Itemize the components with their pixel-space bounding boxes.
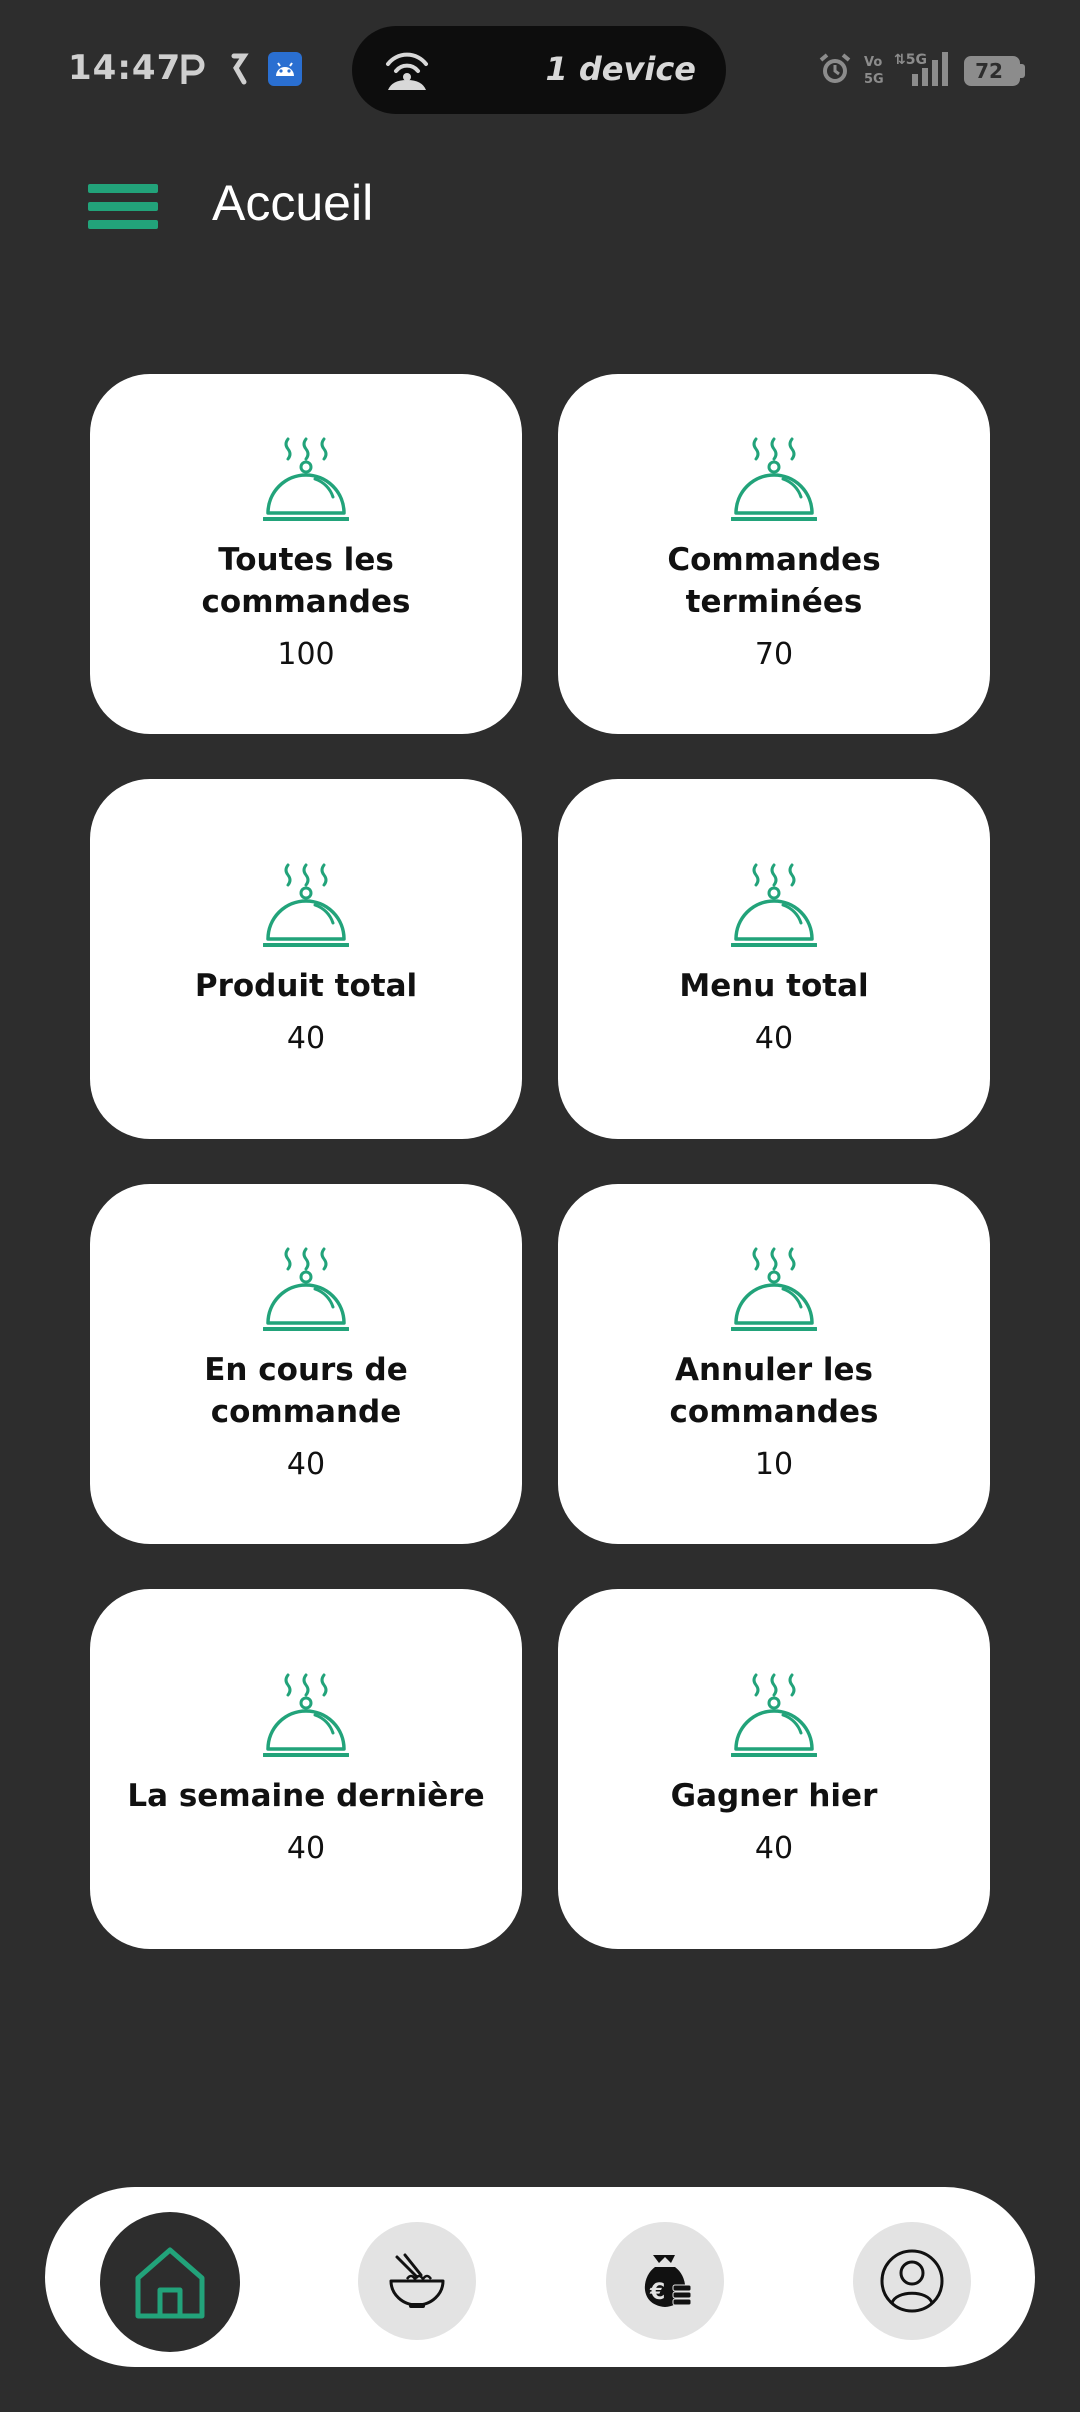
android-icon bbox=[268, 52, 302, 86]
food-cloche-icon bbox=[263, 863, 349, 947]
parking-app-icon bbox=[181, 54, 205, 84]
card-value: 40 bbox=[286, 1831, 326, 1866]
noodle-bowl-icon bbox=[389, 2253, 445, 2308]
home-icon bbox=[135, 2247, 205, 2319]
card-label: Toutes les commandes bbox=[201, 542, 411, 620]
card-value: 10 bbox=[754, 1447, 794, 1482]
card-last-week[interactable]: La semaine dernière 40 bbox=[90, 1589, 522, 1949]
connected-devices-text: 1 device bbox=[545, 50, 696, 88]
card-label: Produit total bbox=[194, 968, 418, 1004]
battery-level: 72 bbox=[975, 59, 1003, 83]
nav-earnings[interactable]: € bbox=[606, 2222, 724, 2340]
card-total-menu[interactable]: Menu total 40 bbox=[558, 779, 990, 1139]
battery-icon: 72 bbox=[964, 56, 1020, 86]
money-bag-euro-icon: € bbox=[644, 2255, 692, 2307]
food-cloche-icon bbox=[263, 437, 349, 521]
status-bar: 14:47 1 device Vo 5G ⇅5G 72 bbox=[0, 0, 1080, 140]
svg-text:Vo: Vo bbox=[864, 55, 882, 70]
nav-profile[interactable] bbox=[853, 2222, 971, 2340]
card-value: 40 bbox=[286, 1021, 326, 1056]
nav-food[interactable] bbox=[358, 2222, 476, 2340]
svg-text:5G: 5G bbox=[864, 72, 884, 86]
card-cancelled-orders[interactable]: Annuler les commandes 10 bbox=[558, 1184, 990, 1544]
card-value: 40 bbox=[754, 1831, 794, 1866]
card-label: Commandes terminées bbox=[667, 542, 881, 620]
card-label: Annuler les commandes bbox=[669, 1352, 879, 1430]
card-label: La semaine dernière bbox=[127, 1778, 485, 1814]
dynamic-island[interactable]: 1 device bbox=[352, 26, 726, 114]
food-cloche-icon bbox=[263, 1673, 349, 1757]
food-cloche-icon bbox=[731, 437, 817, 521]
card-label: En cours de commande bbox=[204, 1352, 408, 1430]
card-label: Gagner hier bbox=[670, 1778, 878, 1814]
battery-tip bbox=[1020, 64, 1025, 78]
food-cloche-icon bbox=[731, 863, 817, 947]
app-notification-icon bbox=[231, 53, 249, 85]
card-earned-yesterday[interactable]: Gagner hier 40 bbox=[558, 1589, 990, 1949]
svg-text:⇅5G: ⇅5G bbox=[894, 52, 927, 68]
card-total-products[interactable]: Produit total 40 bbox=[90, 779, 522, 1139]
nav-home[interactable] bbox=[100, 2212, 240, 2352]
card-completed-orders[interactable]: Commandes terminées 70 bbox=[558, 374, 990, 734]
svg-text:€: € bbox=[649, 2280, 665, 2305]
card-orders-in-progress[interactable]: En cours de commande 40 bbox=[90, 1184, 522, 1544]
card-all-orders[interactable]: Toutes les commandes 100 bbox=[90, 374, 522, 734]
card-value: 70 bbox=[754, 637, 794, 672]
home-screen: 14:47 1 device Vo 5G ⇅5G 72 Accueil Tout… bbox=[0, 0, 1080, 2412]
user-profile-icon bbox=[880, 2249, 944, 2313]
status-time: 14:47 bbox=[68, 48, 182, 88]
signal-5g-icon: ⇅5G bbox=[894, 52, 948, 86]
page-title: Accueil bbox=[212, 175, 374, 231]
bottom-nav: € bbox=[45, 2187, 1035, 2367]
menu-hamburger-icon[interactable] bbox=[88, 180, 160, 236]
hotspot-icon bbox=[386, 52, 428, 90]
card-value: 100 bbox=[277, 637, 335, 672]
card-value: 40 bbox=[286, 1447, 326, 1482]
food-cloche-icon bbox=[731, 1247, 817, 1331]
food-cloche-icon bbox=[731, 1673, 817, 1757]
card-value: 40 bbox=[754, 1021, 794, 1056]
alarm-icon bbox=[819, 53, 851, 83]
volte-icon: Vo 5G bbox=[864, 55, 884, 86]
food-cloche-icon bbox=[263, 1247, 349, 1331]
card-label: Menu total bbox=[679, 968, 869, 1004]
